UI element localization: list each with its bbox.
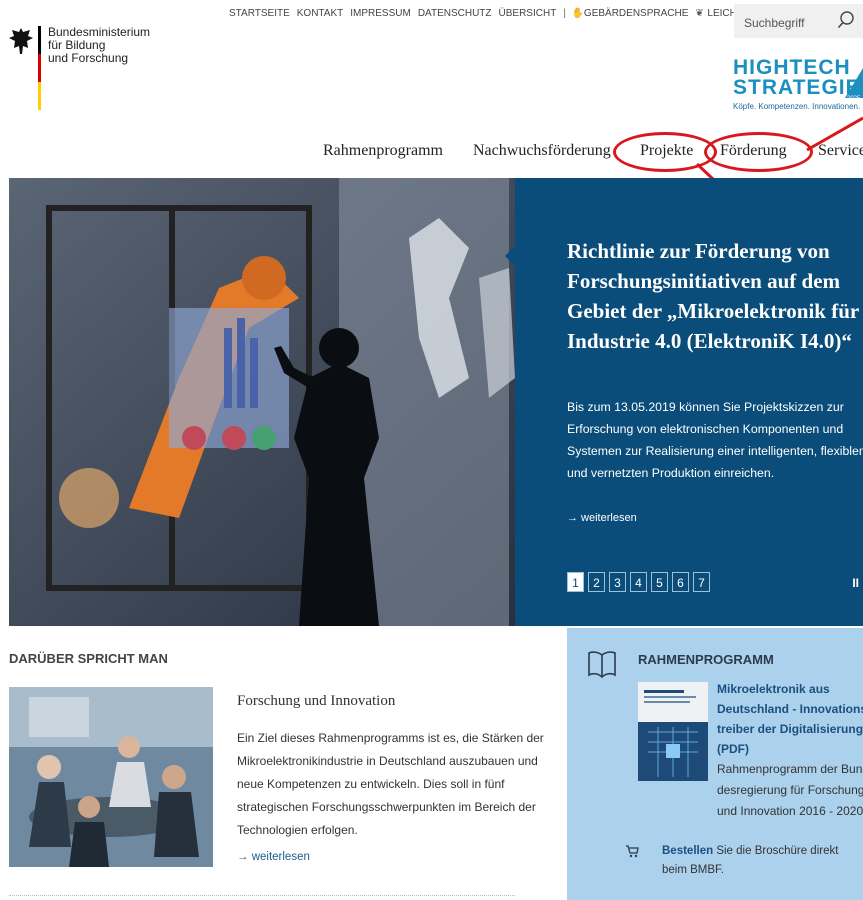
brochure-link-line: Mikroelektronik aus bbox=[717, 682, 830, 696]
separator: | bbox=[563, 8, 566, 19]
search-icon[interactable] bbox=[837, 11, 855, 29]
search-input[interactable]: Suchbegriff bbox=[744, 16, 805, 30]
top-link-uebersicht[interactable]: ÜBERSICHT bbox=[499, 8, 557, 19]
sidebar-heading: RAHMENPROGRAMM bbox=[638, 652, 774, 667]
easy-language-icon: ❦ bbox=[695, 8, 704, 19]
brochure-cover-icon bbox=[638, 682, 708, 781]
annotation-circle-foerderung bbox=[704, 132, 813, 172]
hero-text-line: und vernetzten Produktion einreichen. bbox=[567, 466, 775, 480]
hero-title-line: Richtlinie zur Förderung von bbox=[567, 239, 830, 263]
article-line: Mikroelektronikindustrie in Deutschland … bbox=[237, 754, 538, 768]
brochure-link-line: treiber der Digitalisierung bbox=[717, 722, 863, 736]
federal-eagle-icon bbox=[9, 28, 33, 54]
brochure-pdf-link[interactable]: Mikroelektronik aus Deutschland - Innova… bbox=[717, 679, 863, 759]
article-title[interactable]: Forschung und Innovation bbox=[237, 693, 395, 710]
brochure-cover-image[interactable] bbox=[638, 682, 708, 781]
nav-nachwuchsfoerderung[interactable]: Nachwuchsförderung bbox=[473, 142, 611, 160]
slider-pagination: 1 2 3 4 5 6 7 bbox=[567, 572, 710, 592]
article-line: strategischen Forschungsschwerpunkten im… bbox=[237, 800, 536, 814]
sign-language-icon: ✋ bbox=[571, 8, 585, 19]
annotation-circle-projekte bbox=[613, 132, 717, 172]
section-divider bbox=[9, 895, 515, 896]
hero-title-line: Forschungsinitiativen auf dem bbox=[567, 269, 841, 293]
hero-text-line: Bis zum 13.05.2019 können Sie Projektski… bbox=[567, 400, 844, 414]
pause-button[interactable]: II bbox=[852, 576, 859, 590]
shopping-cart-icon bbox=[626, 845, 639, 858]
hero-teaser-panel: Richtlinie zur Förderung von Forschungsi… bbox=[505, 178, 863, 626]
meeting-photo-icon bbox=[9, 687, 213, 867]
nav-rahmenprogramm[interactable]: Rahmenprogramm bbox=[323, 142, 443, 160]
article-line: Ein Ziel dieses Rahmenprogramms ist es, … bbox=[237, 731, 544, 745]
top-link-startseite[interactable]: STARTSEITE bbox=[229, 8, 290, 19]
brochure-desc-line: desregierung für Forschung bbox=[717, 783, 863, 797]
article-text: Ein Ziel dieses Rahmenprogramms ist es, … bbox=[237, 727, 544, 842]
hero-text: Bis zum 13.05.2019 können Sie Projektski… bbox=[567, 396, 863, 484]
order-link[interactable]: Bestellen bbox=[662, 845, 713, 857]
hero-text-line: Erforschung von elektronischen Komponent… bbox=[567, 422, 844, 436]
top-link-datenschutz[interactable]: DATENSCHUTZ bbox=[418, 8, 492, 19]
top-link-kontakt[interactable]: KONTAKT bbox=[297, 8, 343, 19]
brochure-link-line: (PDF) bbox=[717, 742, 749, 756]
slide-button-7[interactable]: 7 bbox=[693, 572, 710, 592]
sidebar-rahmenprogramm: RAHMENPROGRAMM Mikroelektronik aus Deuts… bbox=[567, 628, 863, 900]
hightech-strategie-logo[interactable]: HIGHTECH STRATEGIE 2025 Köpfe. Kompetenz… bbox=[733, 56, 863, 120]
panel-notch bbox=[505, 246, 515, 266]
hero-image[interactable] bbox=[9, 178, 515, 626]
ministry-logo-text[interactable]: Bundesministerium für Bildung und Forsch… bbox=[48, 26, 150, 65]
service-navigation: STARTSEITE KONTAKT IMPRESSUM DATENSCHUTZ… bbox=[229, 8, 808, 19]
book-icon bbox=[588, 651, 616, 678]
hero-title-line: Gebiet der „Mikroelektronik für bbox=[567, 299, 860, 323]
hero-read-more-link[interactable]: → weiterlesen bbox=[567, 512, 637, 524]
hts-line1: HIGHTECH bbox=[733, 56, 851, 79]
hero-title-line: Industrie 4.0 (ElektroniK I4.0)“ bbox=[567, 329, 852, 353]
article-line: neue Kompetenzen zu entwickeln. Dies sol… bbox=[237, 777, 505, 791]
hero-photo-robot-icon bbox=[9, 178, 515, 626]
slide-button-2[interactable]: 2 bbox=[588, 572, 605, 592]
hts-line2: STRATEGIE bbox=[733, 76, 861, 99]
hts-arrow-icon bbox=[845, 68, 863, 98]
article-read-more-link[interactable]: → weiterlesen bbox=[237, 851, 310, 863]
order-text: Bestellen Sie die Broschüre direkt beim … bbox=[662, 842, 852, 880]
ministry-line: und Forschung bbox=[48, 51, 129, 65]
brochure-description: Rahmenprogramm der Bun- desregierung für… bbox=[717, 759, 863, 822]
top-link-impressum[interactable]: IMPRESSUM bbox=[350, 8, 411, 19]
brochure-link-line: Deutschland - Innovations- bbox=[717, 702, 863, 716]
nav-service[interactable]: Service bbox=[818, 142, 863, 160]
article-line: Technologien erfolgen. bbox=[237, 823, 358, 837]
hts-tagline: Köpfe. Kompetenzen. Innovationen. bbox=[733, 102, 861, 111]
slide-button-4[interactable]: 4 bbox=[630, 572, 647, 592]
slide-button-1[interactable]: 1 bbox=[567, 572, 584, 592]
slide-button-3[interactable]: 3 bbox=[609, 572, 626, 592]
section-heading: DARÜBER SPRICHT MAN bbox=[9, 651, 168, 666]
search-box[interactable]: Suchbegriff bbox=[734, 4, 863, 38]
slide-button-6[interactable]: 6 bbox=[672, 572, 689, 592]
slide-button-5[interactable]: 5 bbox=[651, 572, 668, 592]
brochure-desc-line: Rahmenprogramm der Bun- bbox=[717, 762, 863, 776]
german-flag-bar bbox=[38, 26, 41, 110]
top-link-gebaerdensprache[interactable]: GEBÄRDENSPRACHE bbox=[584, 8, 688, 19]
brochure-desc-line: und Innovation 2016 - 2020 bbox=[717, 804, 863, 818]
hero-text-line: Systemen zur Realisierung einer intellig… bbox=[567, 444, 863, 458]
article-image[interactable] bbox=[9, 687, 213, 867]
hero-title[interactable]: Richtlinie zur Förderung von Forschungsi… bbox=[567, 236, 863, 356]
